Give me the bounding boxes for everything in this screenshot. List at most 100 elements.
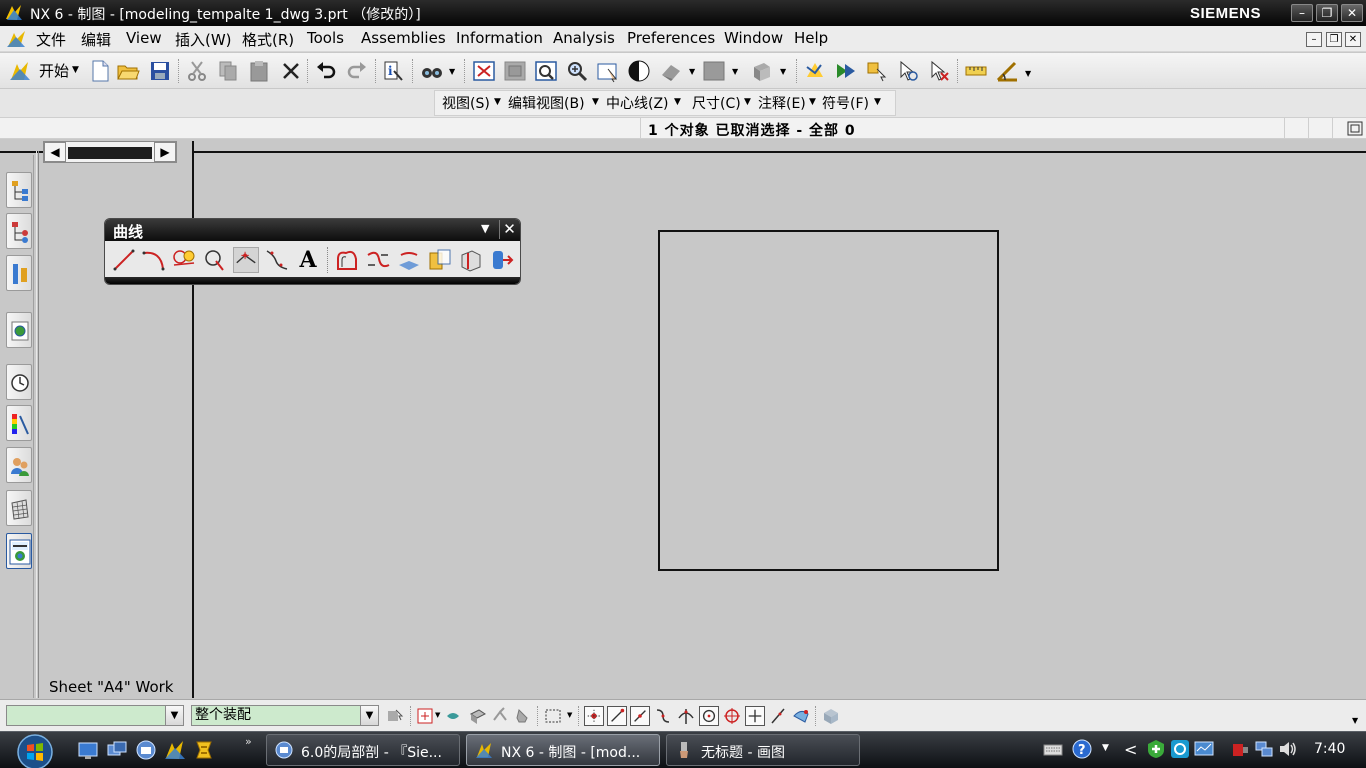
selection-rule-icon[interactable] (803, 59, 827, 83)
menu-analysis[interactable]: Analysis (553, 29, 615, 47)
monitor-tray-icon[interactable] (1194, 739, 1214, 759)
dimension-button[interactable]: 尺寸(C) (692, 93, 741, 113)
curve-toolbar-caption[interactable]: 曲线 ▼ ✕ (105, 219, 520, 241)
quicklaunch-more-icon[interactable]: » (245, 735, 252, 748)
windows-start-orb-icon[interactable] (10, 734, 60, 768)
shaded-icon[interactable] (659, 59, 683, 83)
centerline-dropdown-icon[interactable]: ▼ (674, 97, 681, 107)
measure-dropdown-icon[interactable]: ▼ (1025, 69, 1031, 78)
snap-point-icon[interactable] (834, 59, 858, 83)
render-dropdown-icon[interactable]: ▼ (689, 67, 695, 76)
doc-close-icon[interactable]: ✕ (1345, 32, 1361, 47)
spline-icon[interactable] (264, 247, 290, 273)
open-folder-icon[interactable] (116, 59, 140, 83)
system-materials-tab[interactable] (6, 490, 32, 526)
menu-edit[interactable]: 编辑 (81, 29, 111, 50)
cursor-select-icon[interactable] (896, 59, 920, 83)
view-dropdown-icon[interactable]: ▼ (449, 67, 455, 76)
menu-information[interactable]: Information (456, 29, 543, 47)
delete-icon[interactable] (279, 59, 303, 83)
history-clock-tab[interactable] (6, 364, 32, 400)
menu-tools[interactable]: Tools (307, 29, 344, 47)
scroll-thumb[interactable] (68, 147, 152, 159)
intersect-curve-icon[interactable] (427, 247, 453, 273)
hand-selection-icon[interactable] (513, 706, 533, 726)
security-tray-icon[interactable] (1146, 739, 1166, 759)
annotation-dropdown-icon[interactable]: ▼ (809, 97, 816, 107)
taskbar-clock[interactable]: 7:40 (1314, 741, 1345, 757)
measure-distance-icon[interactable] (964, 59, 988, 83)
part-navigator-tab[interactable] (6, 255, 32, 291)
arc-icon[interactable] (141, 247, 167, 273)
navigator-scrollbar[interactable]: ◀ ▶ (43, 141, 177, 163)
menu-window[interactable]: Window (724, 29, 783, 47)
menu-file[interactable]: 文件 (36, 29, 66, 50)
line-icon[interactable] (111, 247, 137, 273)
minimize-button[interactable]: – (1291, 4, 1313, 22)
fillet-icon[interactable] (171, 247, 197, 273)
fit-view-icon[interactable] (472, 59, 496, 83)
network-tray-icon[interactable] (1170, 739, 1190, 759)
toolbar-close-icon[interactable]: ✕ (499, 220, 519, 239)
undo-icon[interactable] (314, 59, 338, 83)
selection-scope-combo[interactable]: 整个装配 ▼ (191, 705, 379, 726)
view-menu-dropdown-icon[interactable]: ▼ (494, 97, 501, 107)
assembly-navigator-tab[interactable] (6, 172, 32, 208)
edit-view-dropdown-icon[interactable]: ▼ (592, 97, 599, 107)
network-connection-icon[interactable] (1254, 739, 1274, 759)
toolbar-options-icon[interactable]: ▼ (481, 222, 495, 236)
keyboard-icon[interactable] (1043, 739, 1063, 759)
type-filter-combo[interactable]: ▼ (6, 705, 184, 726)
zoom-region-icon[interactable] (534, 59, 558, 83)
annotation-button[interactable]: 注释(E) (758, 93, 806, 113)
snap-quadrant-icon[interactable] (722, 706, 742, 726)
background-color-icon[interactable] (702, 59, 726, 83)
language-dropdown-icon[interactable]: ▼ (1102, 743, 1109, 753)
menu-view[interactable]: View (126, 29, 162, 47)
scroll-left-icon[interactable]: ◀ (44, 142, 66, 162)
lock-selection-icon[interactable] (490, 706, 510, 726)
centerline-button[interactable]: 中心线(Z) (606, 93, 669, 113)
orient-view-icon[interactable] (750, 59, 774, 83)
app-quicklaunch-icon[interactable] (193, 739, 215, 761)
type-filter-dropdown-icon[interactable]: ▼ (165, 706, 183, 725)
snap-point-on-curve-icon[interactable] (745, 706, 765, 726)
start-dropdown-icon[interactable]: ▼ (72, 65, 79, 75)
snap-intersection-icon[interactable] (676, 706, 696, 726)
templates-tab[interactable] (6, 533, 32, 569)
deselect-icon[interactable] (927, 59, 951, 83)
taskbar-task-1[interactable]: 6.0的局部剖 - 『Sie... (266, 734, 460, 766)
help-icon[interactable]: ? (1072, 739, 1092, 759)
point-icon[interactable] (233, 247, 259, 273)
view-menu-button[interactable]: 视图(S) (442, 93, 490, 113)
select-feature-icon[interactable] (865, 59, 889, 83)
nx-menu-icon[interactable] (5, 29, 29, 49)
dimension-dropdown-icon[interactable]: ▼ (744, 97, 751, 107)
rectangle-select-icon[interactable] (543, 706, 563, 726)
feature-selection-icon[interactable] (416, 706, 436, 726)
show-desktop-icon[interactable] (77, 739, 99, 761)
symbol-dropdown-icon[interactable]: ▼ (874, 97, 881, 107)
selection-scope-dropdown-icon[interactable]: ▼ (360, 706, 378, 725)
snap-end-point-icon[interactable] (607, 706, 627, 726)
visualization-tab[interactable] (6, 405, 32, 441)
snap-existing-point-icon[interactable] (584, 706, 604, 726)
point-constructor-icon[interactable] (791, 706, 811, 726)
zoom-icon[interactable] (565, 59, 589, 83)
drawing-sheet-border[interactable] (658, 230, 999, 571)
nx-app-icon[interactable] (4, 3, 24, 23)
menu-assemblies[interactable]: Assemblies (361, 29, 446, 47)
snap-point-on-line-icon[interactable] (768, 706, 788, 726)
nx-quicklaunch-icon[interactable] (164, 739, 186, 761)
project-curve-icon[interactable] (396, 247, 422, 273)
show-hidden-icons[interactable]: < (1124, 740, 1137, 759)
start-label[interactable]: 开始 (39, 60, 69, 81)
pan-icon[interactable] (596, 59, 620, 83)
extract-curve-icon[interactable] (489, 247, 515, 273)
save-icon[interactable] (148, 59, 172, 83)
redo-icon[interactable] (345, 59, 369, 83)
information-icon[interactable]: i (382, 59, 406, 83)
edit-view-button[interactable]: 编辑视图(B) (508, 93, 585, 113)
full-screen-icon[interactable] (1347, 121, 1363, 136)
zoom-window-icon[interactable] (503, 59, 527, 83)
